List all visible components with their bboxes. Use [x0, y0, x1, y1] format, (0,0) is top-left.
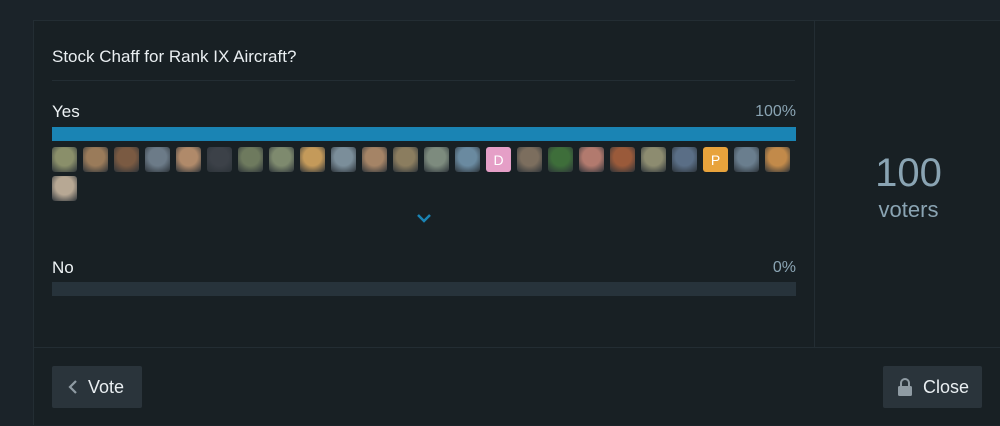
voter-avatar[interactable]: [83, 147, 108, 172]
close-button[interactable]: Close: [883, 366, 982, 408]
voter-avatar[interactable]: [393, 147, 418, 172]
voters-count: 100: [875, 151, 942, 195]
divider: [52, 80, 795, 81]
voter-avatar[interactable]: [765, 147, 790, 172]
voter-avatar[interactable]: [424, 147, 449, 172]
option-yes-label: Yes: [52, 102, 80, 121]
voter-avatar[interactable]: [300, 147, 325, 172]
voter-avatar[interactable]: [734, 147, 759, 172]
expand-voters-button[interactable]: [414, 209, 434, 227]
vote-button[interactable]: Vote: [52, 366, 142, 408]
voter-avatar[interactable]: [672, 147, 697, 172]
option-no-bar: [52, 282, 796, 296]
voter-avatar-letter[interactable]: P: [703, 147, 728, 172]
voter-avatar-letter[interactable]: D: [486, 147, 511, 172]
voter-avatar[interactable]: [610, 147, 635, 172]
voter-avatar[interactable]: [176, 147, 201, 172]
voter-avatar[interactable]: [269, 147, 294, 172]
voter-avatar[interactable]: [517, 147, 542, 172]
voter-avatar[interactable]: [207, 147, 232, 172]
voter-avatar[interactable]: [579, 147, 604, 172]
option-no-label: No: [52, 258, 74, 277]
voter-avatar[interactable]: [455, 147, 480, 172]
voter-avatars: DP: [52, 147, 796, 201]
option-no-percent: 0%: [772, 259, 796, 276]
option-yes-bar: [52, 127, 796, 141]
voter-avatar[interactable]: [52, 176, 77, 201]
avatar-initial: P: [710, 151, 721, 168]
option-yes-percent: 100%: [755, 103, 796, 120]
lock-icon: [898, 378, 912, 396]
vote-button-label: Vote: [88, 376, 125, 397]
close-button-label: Close: [923, 376, 970, 397]
option-yes-bar-fill: [52, 127, 796, 141]
poll-question: Stock Chaff for Rank IX Aircraft?: [52, 47, 297, 66]
chevron-down-icon: [417, 214, 431, 223]
voter-avatar[interactable]: [362, 147, 387, 172]
avatar-initial: D: [493, 151, 504, 168]
voter-avatar[interactable]: [331, 147, 356, 172]
voter-avatar[interactable]: [145, 147, 170, 172]
voter-avatar[interactable]: [52, 147, 77, 172]
voter-avatar[interactable]: [114, 147, 139, 172]
voter-avatar[interactable]: [548, 147, 573, 172]
voters-label: voters: [878, 197, 939, 222]
voter-avatar[interactable]: [641, 147, 666, 172]
poll-footer: Vote Close: [34, 347, 1000, 426]
chevron-left-icon: [68, 380, 77, 394]
voter-avatar[interactable]: [238, 147, 263, 172]
poll-main: Stock Chaff for Rank IX Aircraft? Yes 10…: [34, 21, 814, 347]
poll-widget: Stock Chaff for Rank IX Aircraft? Yes 10…: [33, 20, 1000, 425]
voters-panel: 100 voters: [814, 21, 1000, 347]
